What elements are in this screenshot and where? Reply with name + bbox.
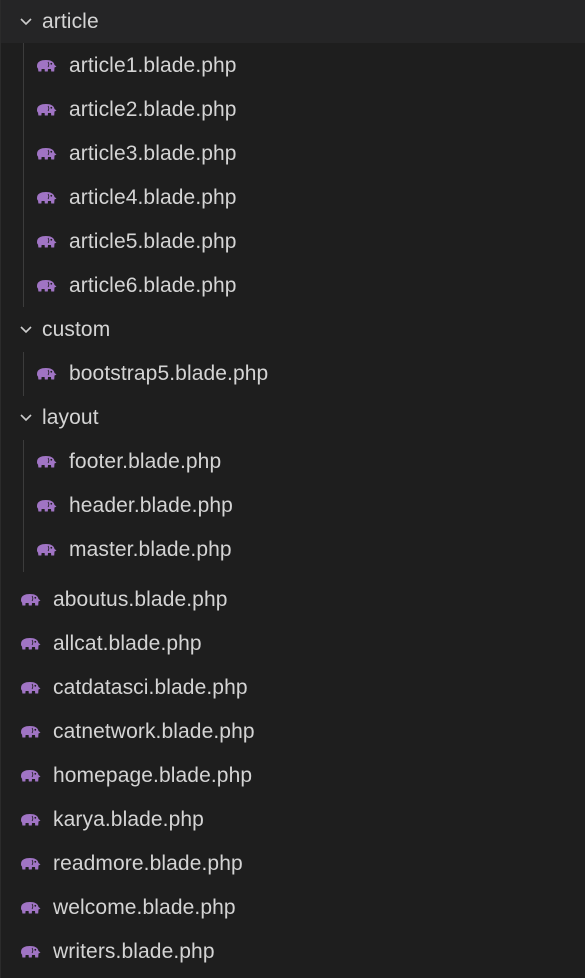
file-label: homepage.blade.php bbox=[53, 764, 253, 787]
php-elephant-icon bbox=[21, 594, 41, 606]
file-item[interactable]: article5.blade.php bbox=[1, 220, 585, 264]
file-label: catdatasci.blade.php bbox=[53, 676, 248, 699]
folder-label: layout bbox=[42, 406, 99, 429]
folder-label: article bbox=[42, 10, 99, 33]
file-label: aboutus.blade.php bbox=[53, 588, 228, 611]
file-item[interactable]: homepage.blade.php bbox=[1, 754, 585, 798]
file-item[interactable]: karya.blade.php bbox=[1, 798, 585, 842]
file-item[interactable]: readmore.blade.php bbox=[1, 842, 585, 886]
file-item[interactable]: catnetwork.blade.php bbox=[1, 710, 585, 754]
php-elephant-icon bbox=[37, 544, 57, 556]
php-elephant-icon bbox=[37, 236, 57, 248]
folder-custom[interactable]: custom bbox=[1, 308, 585, 352]
file-label: article1.blade.php bbox=[69, 54, 237, 77]
file-label: article6.blade.php bbox=[69, 274, 237, 297]
folder-label: custom bbox=[42, 318, 111, 341]
file-explorer: article article1.blade.php article2.blad… bbox=[0, 0, 585, 978]
php-elephant-icon bbox=[21, 814, 41, 826]
php-elephant-icon bbox=[37, 104, 57, 116]
file-item[interactable]: footer.blade.php bbox=[1, 440, 585, 484]
file-label: catnetwork.blade.php bbox=[53, 720, 255, 743]
folder-layout[interactable]: layout bbox=[1, 396, 585, 440]
php-elephant-icon bbox=[37, 456, 57, 468]
file-label: bootstrap5.blade.php bbox=[69, 362, 269, 385]
php-elephant-icon bbox=[37, 368, 57, 380]
file-label: master.blade.php bbox=[69, 538, 232, 561]
file-label: article4.blade.php bbox=[69, 186, 237, 209]
file-label: header.blade.php bbox=[69, 494, 233, 517]
folder-article[interactable]: article bbox=[1, 0, 585, 44]
file-item[interactable]: article4.blade.php bbox=[1, 176, 585, 220]
php-elephant-icon bbox=[21, 682, 41, 694]
php-elephant-icon bbox=[21, 638, 41, 650]
file-label: welcome.blade.php bbox=[53, 896, 236, 919]
php-elephant-icon bbox=[21, 770, 41, 782]
chevron-down-icon bbox=[20, 414, 32, 422]
chevron-down-icon bbox=[20, 326, 32, 334]
php-elephant-icon bbox=[37, 60, 57, 72]
php-elephant-icon bbox=[21, 902, 41, 914]
file-label: article3.blade.php bbox=[69, 142, 237, 165]
file-item[interactable]: header.blade.php bbox=[1, 484, 585, 528]
file-item[interactable]: bootstrap5.blade.php bbox=[1, 352, 585, 396]
file-label: readmore.blade.php bbox=[53, 852, 243, 875]
file-item[interactable]: article2.blade.php bbox=[1, 88, 585, 132]
file-item[interactable]: article1.blade.php bbox=[1, 44, 585, 88]
file-item[interactable]: allcat.blade.php bbox=[1, 622, 585, 666]
file-item[interactable]: article3.blade.php bbox=[1, 132, 585, 176]
php-elephant-icon bbox=[37, 500, 57, 512]
file-item[interactable]: article6.blade.php bbox=[1, 264, 585, 308]
php-elephant-icon bbox=[21, 726, 41, 738]
file-item[interactable]: aboutus.blade.php bbox=[1, 578, 585, 622]
php-elephant-icon bbox=[21, 858, 41, 870]
file-item[interactable]: welcome.blade.php bbox=[1, 886, 585, 930]
php-elephant-icon bbox=[37, 148, 57, 160]
file-item[interactable]: catdatasci.blade.php bbox=[1, 666, 585, 710]
file-item[interactable]: writers.blade.php bbox=[1, 930, 585, 974]
file-label: karya.blade.php bbox=[53, 808, 204, 831]
php-elephant-icon bbox=[21, 946, 41, 958]
php-elephant-icon bbox=[37, 280, 57, 292]
file-label: article2.blade.php bbox=[69, 98, 237, 121]
file-label: writers.blade.php bbox=[53, 940, 215, 963]
file-label: article5.blade.php bbox=[69, 230, 237, 253]
file-label: footer.blade.php bbox=[69, 450, 222, 473]
chevron-down-icon bbox=[20, 18, 32, 26]
php-elephant-icon bbox=[37, 192, 57, 204]
file-label: allcat.blade.php bbox=[53, 632, 202, 655]
file-item[interactable]: master.blade.php bbox=[1, 528, 585, 572]
